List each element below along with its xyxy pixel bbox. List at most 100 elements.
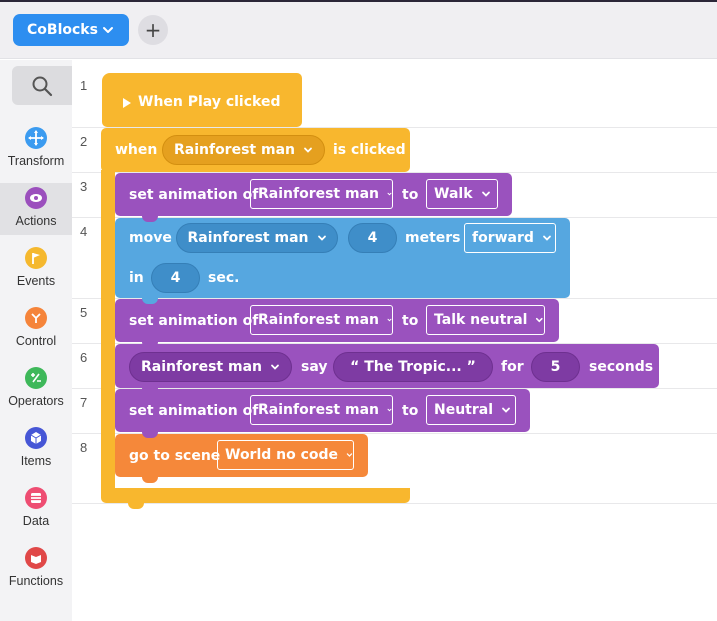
line-number: 6 [80,350,88,365]
direction-dropdown[interactable]: forward [464,223,556,253]
line-number: 8 [80,440,88,455]
animation-dropdown[interactable]: Neutral [426,395,516,425]
search-button[interactable] [12,66,72,105]
speech-text: “ The Tropic... ” [350,359,476,375]
sidebar-category-label: Operators [8,394,64,408]
to-label: to [402,313,419,329]
object-dropdown[interactable]: Rainforest man [250,395,393,425]
object-name: Rainforest man [258,312,380,328]
sidebar-category-actions[interactable]: Actions [0,183,72,235]
object-dropdown[interactable]: Rainforest man [162,135,325,165]
go-to-scene-block[interactable]: go to scene World no code [115,434,368,477]
search-icon [32,76,53,96]
set-animation-block[interactable]: set animation of Rainforest man to Talk … [115,299,559,342]
row-divider [72,503,717,504]
move-icon [25,127,47,149]
to-label: to [402,403,419,419]
object-dropdown[interactable]: Rainforest man [250,305,393,335]
line-number: 4 [80,224,88,239]
chevron-down-icon [387,192,392,196]
move-label: move [129,230,172,246]
sidebar-category-events[interactable]: Events [0,243,72,295]
chevron-down-icon [502,407,510,413]
chevron-down-icon [543,235,551,241]
object-name: Rainforest man [258,402,380,418]
seconds-label: seconds [589,359,654,375]
set-animation-label: set animation of [129,313,259,329]
block-category-sidebar: Transform Actions Events Control Operators It… [0,60,72,621]
block-tab [142,476,158,483]
project-selector[interactable]: CoBlocks [13,14,129,46]
meters-label: meters [405,230,461,246]
chevron-down-icon [317,235,326,241]
distance-input[interactable]: 4 [348,223,397,253]
sidebar-category-label: Control [15,334,57,348]
sidebar-category-operators[interactable]: Operators [0,363,72,415]
line-number: 2 [80,134,88,149]
object-dropdown[interactable]: Rainforest man [176,223,338,253]
sidebar-category-functions[interactable]: Functions [0,543,72,595]
chevron-down-icon [304,147,312,153]
cube-icon [25,427,47,449]
function-icon [25,547,47,569]
sidebar-category-label: Items [20,454,52,468]
set-animation-block[interactable]: set animation of Rainforest man to Walk [115,173,512,216]
when-label: when [115,142,158,158]
c-block-foot [101,488,410,503]
direction-name: forward [472,230,534,246]
say-block[interactable]: Rainforest man say “ The Tropic... ” for… [115,344,659,388]
line-number: 3 [80,179,88,194]
set-animation-label: set animation of [129,187,259,203]
sidebar-category-control[interactable]: Control [0,303,72,355]
sidebar-category-transform[interactable]: Transform [0,123,72,175]
animation-name: Talk neutral [434,312,528,328]
animation-dropdown[interactable]: Walk [426,179,498,209]
object-dropdown[interactable]: Rainforest man [250,179,393,209]
move-block[interactable]: move Rainforest man 4 meters forward in … [115,218,570,298]
line-number: 5 [80,305,88,320]
speech-text-input[interactable]: “ The Tropic... ” [333,352,493,382]
duration-input[interactable]: 4 [151,263,200,293]
go-to-scene-label: go to scene [129,448,221,464]
sidebar-category-label: Transform [7,154,65,168]
chevron-down-icon [271,364,279,370]
chevron-down-icon [536,317,544,323]
object-dropdown[interactable]: Rainforest man [129,352,292,382]
sidebar-category-label: Data [22,514,50,528]
c-block-foot-tab [128,500,144,509]
add-project-button[interactable]: + [138,15,168,45]
scene-dropdown[interactable]: World no code [217,440,354,470]
c-block-arm [101,170,115,490]
scene-name: World no code [225,447,339,463]
say-label: say [301,359,328,375]
sidebar-category-items[interactable]: Items [0,423,72,475]
chevron-down-icon [387,318,392,322]
is-clicked-label: is clicked [333,142,406,158]
chevron-down-icon [481,191,490,197]
when-play-clicked-block[interactable]: When Play clicked [102,73,302,127]
animation-dropdown[interactable]: Talk neutral [426,305,545,335]
sidebar-category-label: Functions [8,574,64,588]
chevron-down-icon [346,453,353,457]
list-icon [25,487,47,509]
distance-value: 4 [367,230,378,246]
object-name: Rainforest man [173,142,295,158]
branch-icon [25,307,47,329]
project-name: CoBlocks [27,22,98,38]
seconds-input[interactable]: 5 [531,352,580,382]
plus-icon: + [144,18,162,42]
chevron-down-icon [103,27,113,33]
set-animation-block[interactable]: set animation of Rainforest man to Neutr… [115,389,530,432]
eye-icon [25,187,47,209]
sidebar-category-data[interactable]: Data [0,483,72,535]
play-block-label: When Play clicked [138,94,281,110]
when-object-clicked-block[interactable]: when Rainforest man is clicked [101,128,410,172]
line-number: 7 [80,395,88,410]
object-name: Rainforest man [140,359,262,375]
object-name: Rainforest man [187,230,309,246]
chevron-down-icon [387,408,392,412]
line-number: 1 [80,78,88,93]
for-label: for [501,359,524,375]
to-label: to [402,187,419,203]
flag-icon [25,247,47,269]
